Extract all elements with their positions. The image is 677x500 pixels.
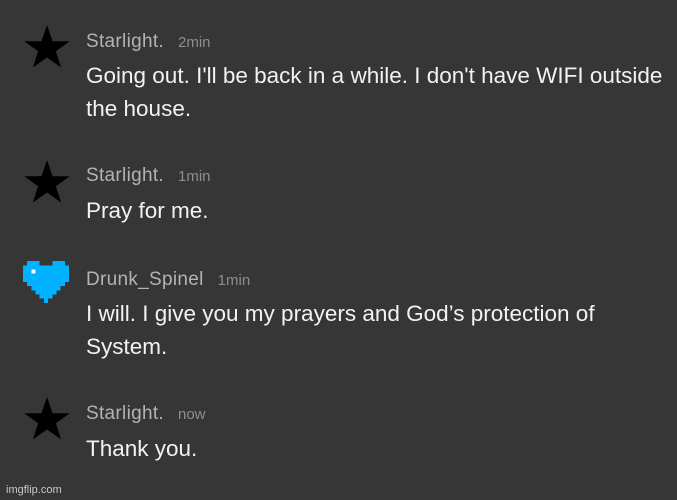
message-text: Pray for me.: [86, 198, 209, 223]
timestamp: 1min: [177, 168, 211, 185]
avatar[interactable]: [23, 261, 73, 311]
avatar[interactable]: [23, 158, 73, 208]
timestamp: now: [177, 406, 206, 423]
timestamp: 1min: [217, 272, 251, 289]
timestamp: 2min: [177, 34, 211, 51]
avatar[interactable]: [23, 23, 73, 73]
avatar[interactable]: [23, 395, 73, 445]
username[interactable]: Starlight.: [86, 165, 164, 186]
message-text: I will. I give you my prayers and God’s …: [86, 301, 595, 359]
star-icon: [24, 160, 70, 203]
pixel-heart-icon: [23, 261, 69, 303]
message-text: Thank you.: [86, 436, 198, 461]
star-icon: [24, 397, 70, 440]
message-text: Going out. I'll be back in a while. I do…: [86, 63, 663, 121]
username[interactable]: Drunk_Spinel: [86, 269, 204, 290]
watermark: imgflip.com: [6, 484, 62, 496]
username[interactable]: Starlight.: [86, 403, 164, 424]
username[interactable]: Starlight.: [86, 31, 164, 52]
star-icon: [24, 25, 70, 68]
